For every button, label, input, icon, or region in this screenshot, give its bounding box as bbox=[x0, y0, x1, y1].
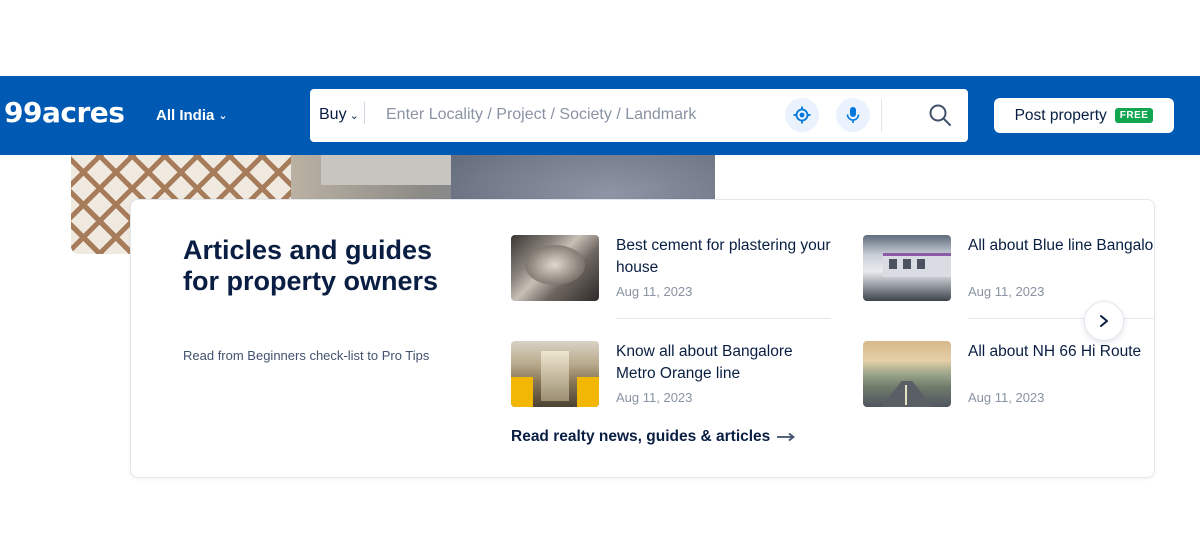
article-title: All about NH 66 Hi Route bbox=[968, 343, 1142, 360]
search-divider bbox=[364, 102, 365, 124]
article-date: Aug 11, 2023 bbox=[968, 390, 1045, 405]
article-divider bbox=[616, 318, 831, 319]
voice-search-button[interactable] bbox=[836, 98, 870, 132]
search-mode-label: Buy bbox=[319, 106, 347, 123]
search-divider bbox=[881, 99, 882, 132]
search-button[interactable] bbox=[925, 100, 955, 130]
search-icon bbox=[929, 104, 951, 126]
section-subtitle: Read from Beginners check-list to Pro Ti… bbox=[183, 348, 430, 363]
site-logo[interactable]: 99acres bbox=[4, 96, 125, 129]
article-date: Aug 11, 2023 bbox=[616, 284, 693, 299]
article-thumbnail bbox=[863, 341, 951, 407]
carousel-next-button[interactable] bbox=[1084, 301, 1124, 341]
microphone-icon bbox=[846, 107, 860, 123]
read-articles-link[interactable]: Read realty news, guides & articles bbox=[511, 428, 796, 446]
article-date: Aug 11, 2023 bbox=[616, 390, 693, 405]
section-title: Articles and guides for property owners bbox=[183, 235, 439, 296]
article-divider bbox=[968, 318, 1154, 319]
article-thumbnail bbox=[863, 235, 951, 301]
location-target-icon bbox=[793, 106, 811, 124]
arrow-right-icon bbox=[777, 432, 796, 442]
read-articles-label: Read realty news, guides & articles bbox=[511, 428, 771, 445]
article-thumbnail bbox=[511, 341, 599, 407]
article-card[interactable]: All about NH 66 Hi Route Aug 11, 2023 bbox=[863, 341, 1154, 411]
chevron-right-icon bbox=[1100, 315, 1108, 327]
locate-me-button[interactable] bbox=[785, 98, 819, 132]
articles-guides-card: Articles and guides for property owners … bbox=[130, 199, 1155, 478]
free-badge: FREE bbox=[1114, 108, 1154, 123]
post-property-button[interactable]: Post property FREE bbox=[994, 98, 1174, 133]
post-property-label: Post property bbox=[1014, 106, 1107, 124]
article-thumbnail bbox=[511, 235, 599, 301]
search-input[interactable] bbox=[372, 100, 772, 130]
article-title: All about Blue line Bangalore bbox=[968, 237, 1155, 254]
chevron-down-icon: ⌄ bbox=[218, 110, 228, 122]
article-title: Best cement for plastering your house bbox=[616, 237, 831, 276]
chevron-down-icon: ⌄ bbox=[349, 109, 359, 122]
search-mode-dropdown[interactable]: Buy ⌄ bbox=[319, 106, 359, 124]
search-bar: Buy ⌄ bbox=[310, 89, 968, 142]
article-card[interactable]: All about Blue line Bangalore Aug 11, 20… bbox=[863, 235, 1155, 305]
top-navigation-bar: 99acres All India ⌄ Buy ⌄ Enter Locality… bbox=[0, 76, 1200, 155]
city-selector[interactable]: All India ⌄ bbox=[156, 107, 228, 124]
city-selector-label: All India bbox=[156, 107, 215, 124]
article-card[interactable]: Know all about Bangalore Metro Orange li… bbox=[511, 341, 831, 411]
article-date: Aug 11, 2023 bbox=[968, 284, 1045, 299]
article-title: Know all about Bangalore Metro Orange li… bbox=[616, 343, 793, 382]
article-card[interactable]: Best cement for plastering your house Au… bbox=[511, 235, 831, 305]
